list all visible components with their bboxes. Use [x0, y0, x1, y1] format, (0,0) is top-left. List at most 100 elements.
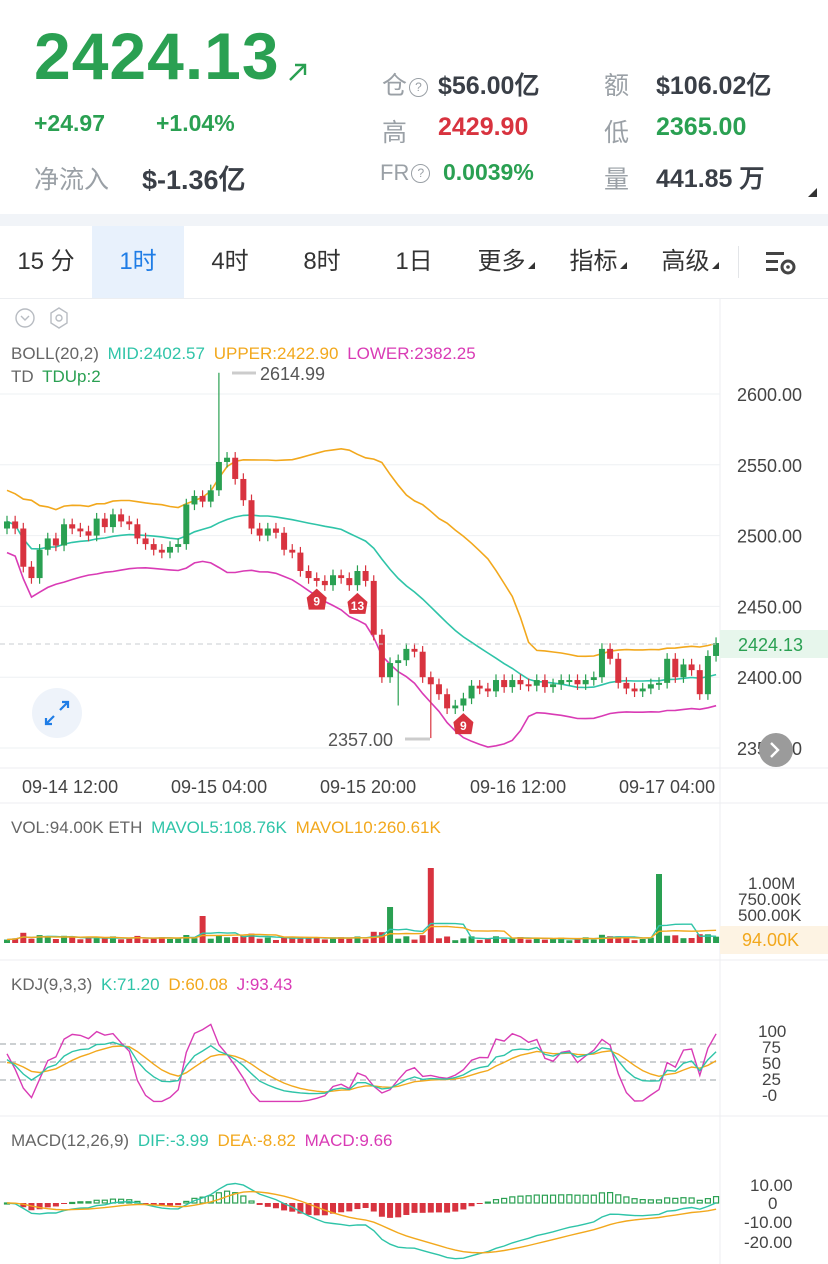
- macd-bar: [52, 1203, 59, 1207]
- macd-bar: [688, 1197, 695, 1204]
- candle: [444, 694, 451, 709]
- macd-bar: [175, 1203, 182, 1206]
- candle: [395, 660, 402, 664]
- candle: [639, 688, 646, 692]
- volume-bar: [142, 939, 149, 943]
- min-price-label: 2357.00: [328, 730, 393, 750]
- candle: [541, 680, 548, 688]
- toolbar-separator: [738, 246, 739, 278]
- macd-bar: [492, 1199, 500, 1204]
- candle: [598, 648, 605, 678]
- volume-bar: [167, 938, 173, 943]
- tab-15m[interactable]: 15 分: [0, 226, 92, 298]
- x-tick: 09-16 12:00: [470, 777, 566, 797]
- volume-bar: [476, 939, 483, 943]
- volume-bar: [85, 937, 92, 943]
- fullscreen-button[interactable]: [32, 688, 82, 738]
- candle: [207, 490, 214, 502]
- tab-1h[interactable]: 1时: [92, 226, 184, 298]
- macd-bar: [696, 1199, 703, 1204]
- position-value: $56.00亿: [438, 72, 540, 100]
- macd-bar: [460, 1203, 467, 1210]
- macd-bar: [167, 1203, 173, 1206]
- macd-bar: [549, 1194, 557, 1204]
- macd-bar: [346, 1203, 353, 1212]
- candle: [77, 528, 84, 532]
- candle: [52, 538, 59, 546]
- volume-bar: [362, 939, 369, 943]
- tab-more[interactable]: 更多: [460, 226, 552, 298]
- volume-bar: [501, 939, 508, 943]
- candle: [281, 532, 288, 550]
- macd-bar: [272, 1203, 279, 1209]
- position-stat[interactable]: 仓?: [382, 66, 429, 102]
- macd-bar: [264, 1203, 271, 1207]
- candle: [672, 658, 679, 678]
- help-icon[interactable]: ?: [409, 78, 429, 97]
- candle: [501, 680, 508, 688]
- max-price-label: 2614.99: [260, 364, 325, 384]
- macd-bar: [378, 1203, 385, 1217]
- kdj-d-line: [6, 1045, 717, 1093]
- macd-bar: [484, 1201, 491, 1204]
- td-legend: TD TDUp:2: [11, 367, 101, 386]
- macd-tick: -20.00: [744, 1233, 792, 1252]
- candle: [362, 571, 369, 581]
- chevron-right-icon: [770, 742, 780, 758]
- macd-bar: [427, 1203, 434, 1213]
- volume-bar: [77, 939, 84, 943]
- tab-advanced[interactable]: 高级: [644, 226, 736, 298]
- candle: [509, 680, 516, 688]
- netflow-label: 净流入: [34, 166, 110, 194]
- volume-bar: [411, 939, 418, 943]
- macd-bar: [631, 1198, 638, 1204]
- funding-rate-stat[interactable]: FR?: [380, 160, 431, 186]
- volume-bar: [191, 938, 198, 943]
- candle: [378, 634, 385, 678]
- tab-8h[interactable]: 8时: [276, 226, 368, 298]
- tab-1d[interactable]: 1日: [368, 226, 460, 298]
- vol-legend: VOL:94.00K ETH MAVOL5:108.76K MAVOL10:26…: [11, 818, 441, 837]
- candle: [215, 461, 222, 491]
- volume-bar: [52, 939, 59, 943]
- dropdown-icon: [711, 262, 719, 269]
- candle: [61, 524, 68, 546]
- macd-bar: [655, 1199, 663, 1204]
- collapse-indicator-icon[interactable]: [15, 308, 35, 328]
- netflow-value: $-1.36亿: [142, 165, 246, 195]
- candle: [167, 546, 173, 553]
- macd-bar: [501, 1197, 508, 1204]
- macd-bar: [240, 1195, 247, 1204]
- expand-stats-icon[interactable]: [808, 188, 817, 197]
- tab-indicators[interactable]: 指标: [552, 226, 644, 298]
- tab-4h[interactable]: 4时: [184, 226, 276, 298]
- candle: [330, 575, 336, 586]
- help-icon[interactable]: ?: [411, 164, 431, 183]
- macd-bar: [248, 1200, 255, 1204]
- chart-area[interactable]: BOLL(20,2) MID:2402.57 UPPER:2422.90 LOW…: [0, 298, 828, 1264]
- x-tick: 09-14 12:00: [22, 777, 118, 797]
- candle: [370, 580, 377, 635]
- boll-name: BOLL(20,2): [11, 344, 99, 363]
- kdj-tick: -0: [762, 1086, 777, 1105]
- volume-bar: [460, 938, 467, 943]
- candle: [289, 549, 296, 553]
- chart-settings-icon[interactable]: [764, 248, 798, 276]
- volume-bar: [93, 938, 100, 943]
- interval-toolbar: 15 分 1时 4时 8时 1日 更多 指标 高级: [0, 226, 828, 299]
- candle: [476, 685, 483, 689]
- scroll-to-latest-button[interactable]: [759, 733, 793, 767]
- macd-bar: [101, 1199, 108, 1204]
- volume-bar: [427, 868, 434, 943]
- macd-bar: [44, 1203, 51, 1208]
- macd-bar: [582, 1194, 589, 1204]
- up-arrow-icon: [289, 63, 307, 81]
- volume-bar: [134, 935, 141, 943]
- indicator-settings-icon[interactable]: [50, 307, 68, 329]
- y-tick: 2600.00: [737, 385, 802, 405]
- macd-value: MACD:9.66: [305, 1131, 393, 1150]
- macd-bar: [615, 1194, 622, 1204]
- section-divider: [0, 214, 828, 226]
- volume-bar: [541, 939, 548, 943]
- td-value: TDUp:2: [42, 367, 101, 386]
